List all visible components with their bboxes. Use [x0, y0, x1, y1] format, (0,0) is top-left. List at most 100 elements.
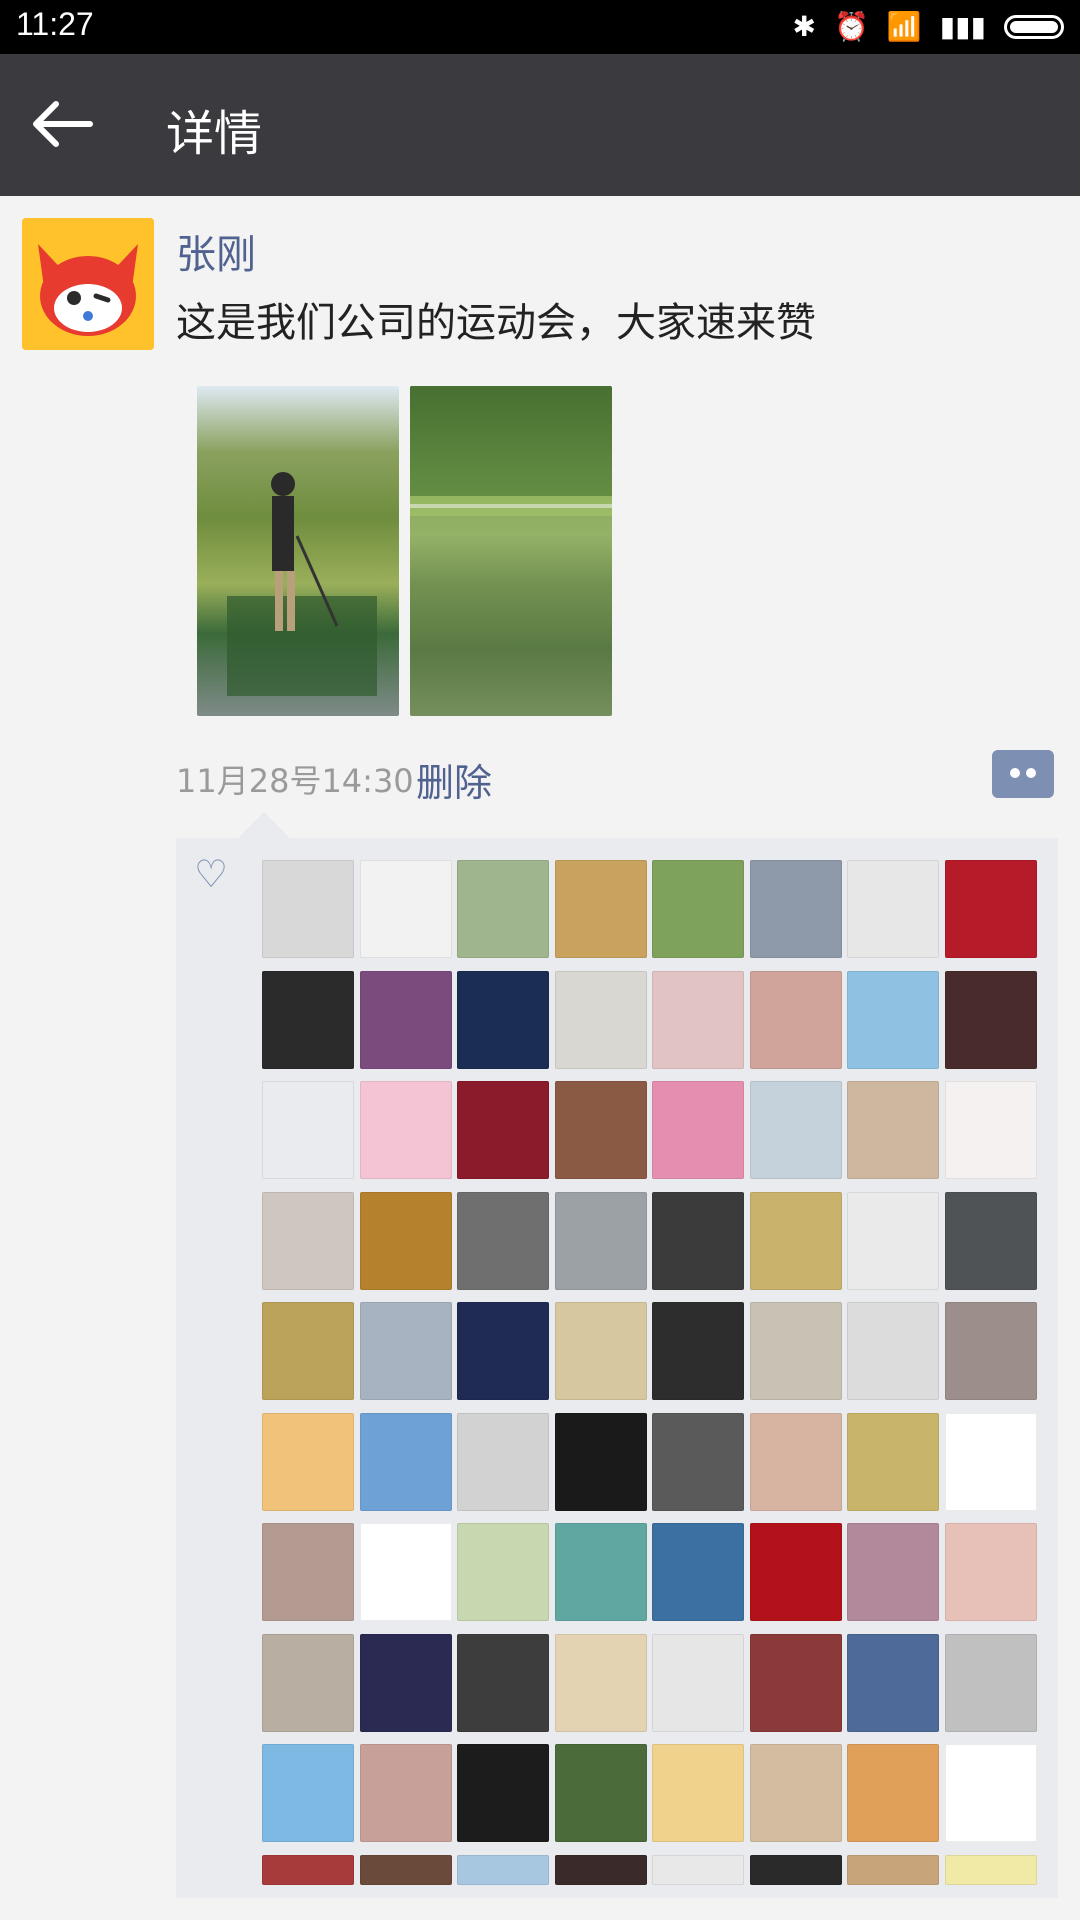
liker-avatar[interactable] — [944, 970, 1037, 1069]
liker-avatar[interactable] — [554, 1633, 647, 1732]
liker-avatar[interactable] — [652, 1523, 744, 1621]
post-photo-2[interactable] — [410, 386, 612, 716]
liker-avatar[interactable] — [847, 860, 939, 958]
liker-avatar[interactable] — [554, 860, 647, 958]
wifi-icon: 📶 — [886, 10, 922, 43]
liker-avatar[interactable] — [554, 1191, 647, 1290]
liker-avatar[interactable] — [749, 1081, 842, 1179]
liker-avatar[interactable] — [652, 1412, 744, 1511]
status-bar: 11:27 ✱ ⏰ 📶 ▮▮▮ — [0, 0, 1080, 54]
liker-avatar[interactable] — [359, 1744, 452, 1842]
liker-avatar[interactable] — [554, 1854, 647, 1885]
liker-avatar[interactable] — [847, 1633, 939, 1732]
liker-avatar[interactable] — [847, 1302, 939, 1400]
liker-avatar[interactable] — [749, 1523, 842, 1621]
liker-avatar[interactable] — [554, 1081, 647, 1179]
liker-avatar[interactable] — [457, 1191, 549, 1290]
liker-avatar[interactable] — [359, 1523, 452, 1621]
liker-avatar[interactable] — [457, 1633, 549, 1732]
author-avatar[interactable] — [22, 218, 154, 350]
liker-avatar[interactable] — [262, 860, 354, 958]
liker-avatar[interactable] — [847, 970, 939, 1069]
liker-avatar[interactable] — [652, 1744, 744, 1842]
liker-avatar[interactable] — [359, 1302, 452, 1400]
heart-icon: ♡ — [194, 852, 229, 896]
liker-avatar[interactable] — [359, 1081, 452, 1179]
liker-avatar[interactable] — [652, 860, 744, 958]
liker-avatar[interactable] — [457, 1412, 549, 1511]
liker-avatar[interactable] — [847, 1412, 939, 1511]
liker-avatar[interactable] — [262, 1191, 354, 1290]
liker-avatar[interactable] — [652, 1191, 744, 1290]
liker-avatar[interactable] — [652, 1302, 744, 1400]
liker-avatar[interactable] — [944, 1412, 1037, 1511]
liker-avatar[interactable] — [359, 1633, 452, 1732]
golf-photo-icon — [227, 472, 377, 696]
liker-avatar[interactable] — [749, 1412, 842, 1511]
liker-avatar[interactable] — [359, 860, 452, 958]
likes-panel: ♡ — [176, 812, 1058, 1898]
liker-avatar[interactable] — [359, 1191, 452, 1290]
liker-avatar[interactable] — [262, 1523, 354, 1621]
liker-avatar[interactable] — [847, 1854, 939, 1885]
liker-avatar[interactable] — [652, 1081, 744, 1179]
liker-avatar[interactable] — [652, 1633, 744, 1732]
comment-button[interactable] — [992, 750, 1054, 798]
liker-avatar[interactable] — [944, 1523, 1037, 1621]
liker-avatar[interactable] — [262, 1302, 354, 1400]
liker-avatar[interactable] — [457, 1523, 549, 1621]
liker-avatar[interactable] — [457, 1854, 549, 1885]
liker-avatar[interactable] — [359, 1412, 452, 1511]
liker-avatar[interactable] — [554, 1302, 647, 1400]
post-photo-1[interactable] — [197, 386, 399, 716]
liker-avatar[interactable] — [554, 970, 647, 1069]
liker-avatar[interactable] — [457, 860, 549, 958]
liker-avatar[interactable] — [262, 1854, 354, 1885]
liker-avatar[interactable] — [262, 1744, 354, 1842]
liker-avatar[interactable] — [944, 1854, 1037, 1885]
app-bar: 详情 — [0, 54, 1080, 196]
liker-avatar[interactable] — [847, 1081, 939, 1179]
liker-avatar[interactable] — [944, 1302, 1037, 1400]
status-icons: ✱ ⏰ 📶 ▮▮▮ — [793, 10, 1064, 43]
liker-avatar[interactable] — [457, 970, 549, 1069]
liker-avatar[interactable] — [944, 1744, 1037, 1842]
liker-avatar[interactable] — [749, 1744, 842, 1842]
dot — [1010, 768, 1020, 778]
liker-avatar[interactable] — [944, 1191, 1037, 1290]
liker-avatar[interactable] — [457, 1081, 549, 1179]
liker-avatar[interactable] — [457, 1302, 549, 1400]
fox-avatar-icon — [22, 218, 154, 350]
liker-avatar[interactable] — [262, 1081, 354, 1179]
liker-avatar[interactable] — [749, 1302, 842, 1400]
liker-avatar[interactable] — [944, 860, 1037, 958]
liker-avatar[interactable] — [554, 1744, 647, 1842]
liker-avatar[interactable] — [749, 1854, 842, 1885]
delete-link[interactable]: 删除 — [416, 752, 492, 807]
liker-avatar[interactable] — [262, 970, 354, 1069]
liker-avatar[interactable] — [749, 860, 842, 958]
liker-avatar[interactable] — [554, 1412, 647, 1511]
lake-photo-icon — [410, 386, 612, 716]
battery-icon — [1004, 14, 1064, 39]
liker-avatar[interactable] — [847, 1523, 939, 1621]
post-text: 这是我们公司的运动会，大家速来赞 — [176, 300, 816, 346]
liker-avatar[interactable] — [749, 1191, 842, 1290]
liker-avatar[interactable] — [262, 1633, 354, 1732]
liker-avatar[interactable] — [652, 970, 744, 1069]
liker-avatar[interactable] — [652, 1854, 744, 1885]
liker-avatar[interactable] — [749, 1633, 842, 1732]
back-button[interactable] — [26, 94, 96, 154]
liker-avatar[interactable] — [749, 970, 842, 1069]
liker-avatar[interactable] — [847, 1744, 939, 1842]
author-name[interactable]: 张刚 — [176, 222, 256, 280]
liker-avatar[interactable] — [944, 1081, 1037, 1179]
liker-avatar[interactable] — [847, 1191, 939, 1290]
liker-avatar[interactable] — [262, 1412, 354, 1511]
liker-avatar[interactable] — [554, 1523, 647, 1621]
bluetooth-icon: ✱ — [792, 10, 817, 43]
liker-avatar[interactable] — [359, 970, 452, 1069]
liker-avatar[interactable] — [457, 1744, 549, 1842]
liker-avatar[interactable] — [944, 1633, 1037, 1732]
liker-avatar[interactable] — [359, 1854, 452, 1885]
